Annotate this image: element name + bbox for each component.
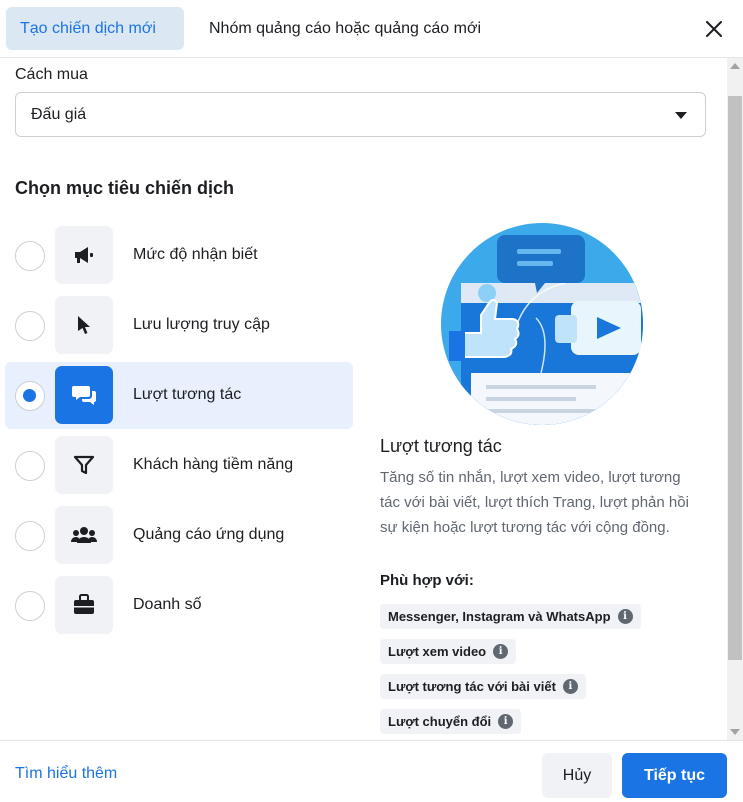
buying-type-value: Đấu giá	[31, 106, 87, 123]
info-icon[interactable]: i	[617, 609, 633, 624]
objective-label: Doanh số	[133, 596, 202, 613]
suitable-for-title: Phù hợp với:	[380, 572, 474, 589]
objective-app-promotion[interactable]: Quảng cáo ứng dụng	[5, 502, 353, 569]
chip-label: Lượt xem video	[388, 644, 487, 659]
close-button[interactable]	[699, 14, 729, 44]
radio-button[interactable]	[15, 451, 45, 481]
suitable-chip: Messenger, Instagram và WhatsApp i	[380, 604, 641, 629]
tab-new-campaign[interactable]: Tạo chiến dịch mới	[6, 7, 184, 50]
buying-type-label: Cách mua	[15, 66, 88, 83]
continue-button[interactable]: Tiếp tục	[622, 753, 727, 798]
radio-button[interactable]	[15, 521, 45, 551]
chat-bubbles-icon	[72, 386, 96, 405]
objective-label: Mức độ nhận biết	[133, 246, 258, 263]
engagement-illustration	[441, 223, 643, 425]
info-icon[interactable]: i	[493, 644, 509, 659]
radio-button[interactable]	[15, 241, 45, 271]
objective-label: Quảng cáo ứng dụng	[133, 526, 285, 543]
objective-label: Lưu lượng truy cập	[133, 316, 270, 333]
objective-leads[interactable]: Khách hàng tiềm năng	[5, 432, 353, 499]
close-icon	[706, 21, 722, 37]
suitable-chip: Lượt tương tác với bài viết i	[380, 674, 586, 699]
objective-label: Khách hàng tiềm năng	[133, 456, 294, 473]
megaphone-icon	[75, 247, 93, 263]
tab-new-ad-set-or-ad[interactable]: Nhóm quảng cáo hoặc quảng cáo mới	[195, 7, 495, 50]
radio-button-selected[interactable]	[15, 381, 45, 411]
objective-detail-title: Lượt tương tác	[380, 436, 502, 456]
learn-more-link[interactable]: Tìm hiểu thêm	[15, 765, 117, 783]
briefcase-icon	[74, 594, 94, 614]
dialog-footer: Tìm hiểu thêm Hủy Tiếp tục	[0, 740, 743, 802]
dialog-header: Tạo chiến dịch mới Nhóm quảng cáo hoặc q…	[0, 0, 743, 58]
objective-sales[interactable]: Doanh số	[5, 572, 353, 639]
people-icon	[71, 527, 97, 543]
objective-awareness[interactable]: Mức độ nhận biết	[5, 222, 353, 289]
scrollbar-thumb[interactable]	[728, 96, 742, 660]
funnel-icon	[73, 455, 95, 475]
chip-label: Lượt tương tác với bài viết	[388, 679, 556, 694]
buying-type-select[interactable]: Đấu giá	[15, 92, 706, 137]
info-icon[interactable]: i	[498, 714, 514, 729]
info-icon[interactable]: i	[562, 679, 578, 694]
scroll-down-arrow-icon[interactable]	[730, 729, 740, 735]
objective-detail-description: Tăng số tin nhắn, lượt xem video, lượt t…	[380, 469, 689, 536]
chip-label: Lượt chuyển đổi	[388, 714, 492, 729]
vertical-scrollbar[interactable]	[727, 58, 743, 740]
chip-label: Messenger, Instagram và WhatsApp	[388, 609, 611, 624]
radio-button[interactable]	[15, 311, 45, 341]
objective-section-title: Chọn mục tiêu chiến dịch	[15, 178, 235, 198]
cancel-button[interactable]: Hủy	[542, 753, 612, 798]
objective-traffic[interactable]: Lưu lượng truy cập	[5, 292, 353, 359]
objective-engagement[interactable]: Lượt tương tác	[5, 362, 353, 429]
caret-down-icon	[675, 112, 687, 119]
cursor-icon	[78, 316, 90, 334]
suitable-chip: Lượt xem video i	[380, 639, 517, 664]
radio-button[interactable]	[15, 591, 45, 621]
suitable-chip: Lượt chuyển đổi i	[380, 709, 522, 734]
scroll-up-arrow-icon[interactable]	[730, 63, 740, 69]
objective-label: Lượt tương tác	[133, 386, 242, 403]
dialog-body: Cách mua Đấu giá Chọn mục tiêu chiến dịc…	[0, 58, 727, 740]
